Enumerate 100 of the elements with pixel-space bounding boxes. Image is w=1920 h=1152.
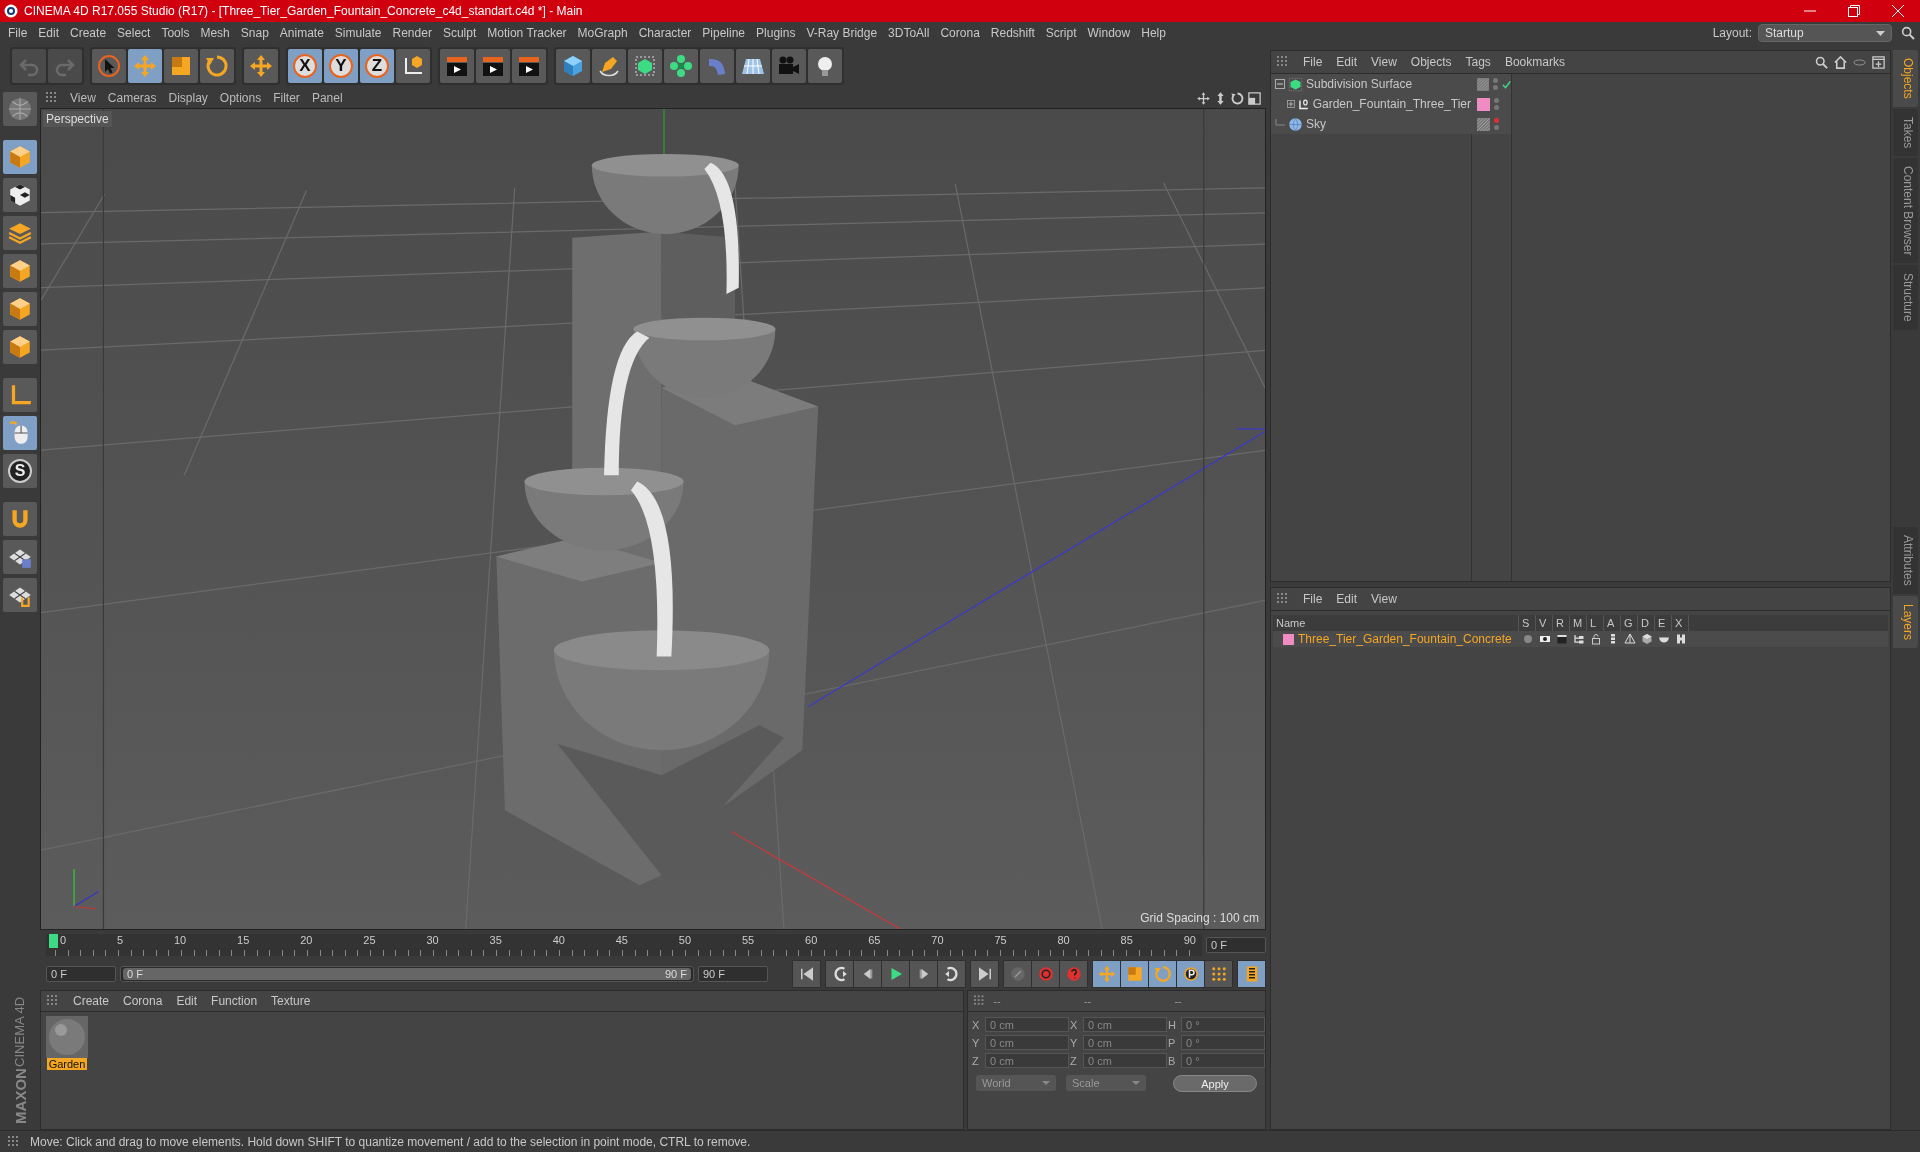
maximize-view-icon[interactable] xyxy=(1247,90,1262,106)
current-frame-field[interactable]: 0 F xyxy=(1206,937,1266,953)
viewport[interactable]: Perspective Grid Spacing : 100 cm xyxy=(40,108,1266,930)
mouse-button[interactable] xyxy=(3,416,37,450)
object-name[interactable]: Sky xyxy=(1306,117,1326,131)
menu-item[interactable]: View xyxy=(70,91,96,105)
menu-item[interactable]: Animate xyxy=(279,26,332,40)
hierarchy-icon[interactable] xyxy=(1572,633,1585,645)
material-name[interactable]: Garden xyxy=(46,1058,88,1070)
auto-key-button[interactable] xyxy=(1060,961,1087,987)
menu-item[interactable]: Snap xyxy=(240,26,277,40)
camera-label[interactable]: Perspective xyxy=(43,111,112,127)
solo-dot-icon[interactable] xyxy=(1521,633,1534,645)
menu-item[interactable]: Corona xyxy=(123,994,163,1008)
menu-item[interactable]: Objects xyxy=(1410,55,1452,69)
visibility-dots[interactable] xyxy=(1494,98,1499,110)
next-frame-button[interactable] xyxy=(910,961,937,987)
visibility-dots[interactable] xyxy=(1494,118,1499,130)
axis-lock-button[interactable]: Y xyxy=(324,49,358,83)
menu-item[interactable]: Script xyxy=(1045,26,1085,40)
menu-item[interactable]: Options xyxy=(219,91,262,105)
grip-icon[interactable] xyxy=(8,1135,20,1148)
menu-item[interactable]: Function xyxy=(211,994,258,1008)
layout-dropdown[interactable]: Startup xyxy=(1758,24,1892,42)
grip-icon[interactable] xyxy=(974,995,986,1007)
menu-item[interactable]: Bookmarks xyxy=(1504,55,1565,69)
next-key-button[interactable] xyxy=(938,961,965,987)
menu-item[interactable]: MoGraph xyxy=(577,26,636,40)
cube-button[interactable] xyxy=(3,330,37,364)
rotate-view-icon[interactable] xyxy=(1230,90,1245,106)
menu-item[interactable]: Plugins xyxy=(756,26,804,40)
grid-plane-button[interactable] xyxy=(736,49,770,83)
menu-item[interactable]: File xyxy=(1303,55,1323,69)
cube-button[interactable] xyxy=(3,254,37,288)
material-swatch[interactable] xyxy=(46,1016,88,1058)
play-button[interactable] xyxy=(882,961,909,987)
light-bulb-button[interactable] xyxy=(808,49,842,83)
menu-item[interactable]: File xyxy=(1303,592,1323,606)
axis-button[interactable] xyxy=(3,378,37,412)
menu-item[interactable]: View xyxy=(1371,55,1397,69)
grip-icon[interactable] xyxy=(46,92,58,104)
menu-item[interactable]: Help xyxy=(1141,26,1174,40)
menu-item[interactable]: Edit xyxy=(38,26,68,40)
menu-item[interactable]: File xyxy=(8,26,36,40)
menu-item[interactable]: Texture xyxy=(271,994,311,1008)
coordinate-field[interactable]: 0 cm xyxy=(1083,1035,1167,1050)
menu-item[interactable]: Mesh xyxy=(200,26,238,40)
scale-button[interactable] xyxy=(164,49,198,83)
menu-item[interactable]: Display xyxy=(168,91,208,105)
move-button[interactable] xyxy=(244,49,278,83)
deformer-icon[interactable] xyxy=(1674,633,1687,645)
clapperboard-button[interactable] xyxy=(476,49,510,83)
record-button[interactable] xyxy=(1032,961,1059,987)
menu-item[interactable]: Render xyxy=(392,26,440,40)
clapperboard-button[interactable] xyxy=(440,49,474,83)
menu-item[interactable]: 3DToAll xyxy=(888,26,938,40)
menu-item[interactable]: V-Ray Bridge xyxy=(806,26,886,40)
menu-item[interactable]: Corona xyxy=(940,26,988,40)
coordinate-field[interactable]: 0 ° xyxy=(1181,1017,1265,1032)
cube-button[interactable] xyxy=(3,292,37,326)
coordinate-field[interactable]: 0 cm xyxy=(1083,1017,1167,1032)
menu-item[interactable]: Filter xyxy=(273,91,300,105)
search-icon[interactable] xyxy=(1900,25,1916,41)
panel-tab[interactable]: Structure xyxy=(1893,265,1918,331)
menu-item[interactable]: View xyxy=(1371,592,1397,606)
end-frame-field[interactable]: 90 F xyxy=(698,966,768,982)
menu-item[interactable]: Panel xyxy=(311,91,343,105)
previous-key-button[interactable] xyxy=(826,961,853,987)
menu-item[interactable]: Edit xyxy=(1336,55,1358,69)
expand-icon[interactable] xyxy=(1287,99,1295,109)
clapperboard-button[interactable] xyxy=(512,49,546,83)
menu-item[interactable]: Edit xyxy=(176,994,198,1008)
panel-tab[interactable]: Content Browser xyxy=(1893,158,1918,264)
previous-frame-button[interactable] xyxy=(854,961,881,987)
s-button[interactable]: S xyxy=(3,454,37,488)
coordinate-field[interactable]: 0 ° xyxy=(1181,1053,1265,1068)
axis-lock-button[interactable]: X xyxy=(288,49,322,83)
start-frame-field[interactable]: 0 F xyxy=(46,966,116,982)
flower-button[interactable] xyxy=(664,49,698,83)
apply-button[interactable]: Apply xyxy=(1173,1075,1257,1092)
pyramid-icon[interactable] xyxy=(1623,633,1636,645)
menu-item[interactable]: Tools xyxy=(161,26,198,40)
checkered-cube-button[interactable] xyxy=(3,178,37,212)
menu-item[interactable]: Pipeline xyxy=(702,26,754,40)
cube-icon[interactable] xyxy=(1640,633,1653,645)
timeline-ruler[interactable]: 0 5 10 15 20 25 30 35 40 45 50 55 60 65 70 75 80 85 90 xyxy=(46,934,1202,956)
close-icon[interactable] xyxy=(1892,5,1904,17)
panel-tab[interactable]: Attributes xyxy=(1893,527,1918,594)
menu-item[interactable]: Redshift xyxy=(990,26,1043,40)
pen-button[interactable] xyxy=(592,49,626,83)
collapse-icon[interactable] xyxy=(1275,79,1285,89)
coordinate-field[interactable]: 0 cm xyxy=(985,1053,1069,1068)
panel-tab[interactable]: Takes xyxy=(1893,108,1918,157)
menu-item[interactable]: Character xyxy=(638,26,700,40)
enabled-check-icon[interactable] xyxy=(1501,79,1511,89)
panel-tab[interactable]: Objects xyxy=(1893,50,1918,107)
coordinate-field[interactable]: 0 cm xyxy=(985,1017,1069,1032)
camera-button[interactable] xyxy=(772,49,806,83)
coordinate-system-button[interactable] xyxy=(396,49,430,83)
grid-button[interactable] xyxy=(3,540,37,574)
